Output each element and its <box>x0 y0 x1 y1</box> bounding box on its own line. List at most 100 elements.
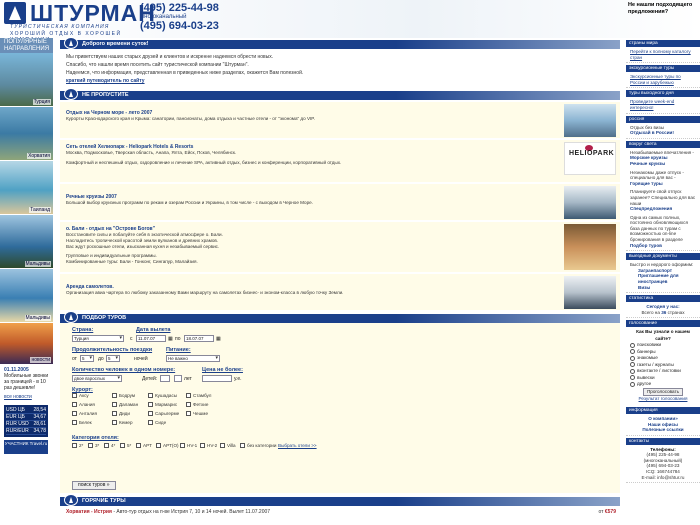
choose-hotels-link[interactable]: Выбрать отели >> <box>278 443 317 449</box>
resort-checkbox[interactable]: Кушадасы <box>148 393 177 399</box>
dest-thailand[interactable]: Таиланд <box>0 161 53 215</box>
category-checkbox[interactable]: 2* <box>72 443 83 449</box>
resort-checkbox[interactable]: Даламан <box>112 402 138 408</box>
search-row-1: Страна: Турция Дата вылета с 11.07.07 ▦ … <box>72 327 608 347</box>
guide-link[interactable]: краткий путеводитель по сайту <box>66 78 145 84</box>
tour-search-form: Страна: Турция Дата вылета с 11.07.07 ▦ … <box>60 323 620 493</box>
dest-croatia[interactable]: Хорватия <box>0 107 53 161</box>
offer-image[interactable] <box>564 186 616 219</box>
offer-item[interactable]: Речные круизы 2007 Большой выбор круизны… <box>60 184 620 222</box>
calendar-icon[interactable]: ▦ <box>216 336 221 342</box>
duration-to-select[interactable]: 5 <box>106 355 120 362</box>
people-select[interactable]: двое взрослых <box>72 375 122 382</box>
date-to-prefix: по <box>175 336 181 342</box>
invitation-link[interactable]: Приглашение для иностранцев <box>630 273 696 284</box>
dest-label: новости <box>30 357 51 363</box>
kids-age-input[interactable] <box>174 375 182 382</box>
dest-turkey[interactable]: Турция <box>0 53 53 107</box>
dest-maldives-2[interactable]: Мальдивы <box>0 269 53 323</box>
currency-row: RUR/EUR 34,78 <box>6 428 46 435</box>
kids-unit: лет <box>184 376 192 382</box>
russia-link[interactable]: Отдыхай в России! <box>630 130 674 135</box>
resort-checkbox[interactable]: Диди <box>112 411 130 417</box>
resort-checkbox[interactable]: Алания <box>72 402 95 408</box>
hot-tour-text: - Авто-тур отдых на п-ве Истрия 7, 10 и … <box>113 509 271 515</box>
category-checkbox[interactable]: APT <box>136 443 152 449</box>
offer-item[interactable]: Отдых на Черном море - лето 2007 Курорты… <box>60 102 620 140</box>
calendar-icon[interactable]: ▦ <box>168 336 173 342</box>
country-select[interactable]: Турция <box>72 335 124 342</box>
news-text[interactable]: Мобильные звонки за границей - в 10 раз … <box>4 373 49 391</box>
resort-checkbox[interactable]: Бодрум <box>112 393 135 399</box>
date-from-input[interactable]: 11.07.07 <box>136 335 166 342</box>
category-checkbox[interactable]: HV-2 <box>200 443 217 449</box>
duration-from-select[interactable]: 5 <box>80 355 94 362</box>
promo-not-found[interactable]: Не нашли подходящего предложения? <box>628 2 698 16</box>
duration-label: Продолжительность поездки <box>72 347 153 353</box>
resort-checkbox[interactable]: Сарыгерме <box>148 411 179 417</box>
hot-tour-price: €579 <box>604 509 616 515</box>
dest-news[interactable]: новости <box>0 323 53 365</box>
food-select[interactable]: Не важно <box>166 355 220 362</box>
poll-question: Как Вы узнали о нашем сайте? <box>636 329 690 341</box>
dest-label: Турция <box>32 99 51 105</box>
resort-checkbox[interactable]: Кемер <box>112 420 133 426</box>
heliopark-logo[interactable]: HELIOPARK <box>564 142 616 175</box>
river-cruise-link[interactable]: Речные круизы <box>630 161 696 167</box>
hot-tour-country[interactable]: Хорватия - Истрия <box>66 509 112 515</box>
compass-icon <box>64 37 78 49</box>
date-to-input[interactable]: 18.07.07 <box>184 335 214 342</box>
offer-item[interactable]: Сеть отелей Хелиопарк - Heliopark Hotels… <box>60 140 620 184</box>
countries-link[interactable]: Перейти к полному каталогу стран <box>630 49 691 60</box>
offer-image[interactable] <box>564 276 616 309</box>
dest-label: Таиланд <box>29 207 51 213</box>
resort-checkbox[interactable]: Чешме <box>186 411 208 417</box>
category-checkbox[interactable]: 5* <box>120 443 131 449</box>
travel-badge[interactable]: УЧАСТНИК Travel.ru <box>4 440 48 454</box>
category-checkbox[interactable]: Villa <box>220 443 236 449</box>
weekend-link[interactable]: Проведите week-end интересно! <box>630 99 674 110</box>
tour-search-link[interactable]: Подбор туров <box>630 243 696 249</box>
offer-image[interactable] <box>564 104 616 137</box>
offer-item[interactable]: о. Бали - отдых на "Острове Богов" Восст… <box>60 222 620 274</box>
resort-checkbox[interactable]: Сиде <box>148 420 166 426</box>
price-input[interactable] <box>202 375 232 382</box>
resort-checkbox[interactable]: Анталия <box>72 411 97 417</box>
category-checkbox[interactable]: 4* <box>104 443 115 449</box>
hot-tours-link[interactable]: Горящие туры <box>630 181 696 187</box>
poll-block: Как Вы узнали о нашем сайте? поисковики … <box>626 327 700 405</box>
resort-checkbox[interactable]: Мармарис <box>148 402 177 408</box>
rb-header: голосование <box>626 320 700 328</box>
search-tours-button[interactable]: поиск туров » <box>72 481 116 490</box>
contact-email[interactable]: E-mail: info@shtur.ru <box>630 475 696 481</box>
offer-item[interactable]: Аренда самолетов. Организация авиа чарте… <box>60 274 620 312</box>
hot-tour-row[interactable]: Хорватия - Истрия - Авто-тур отдых на п-… <box>60 506 620 518</box>
excursions-link[interactable]: Экскурсионные туры по России и зарубежью <box>630 74 681 85</box>
price-unit: у.е. <box>234 376 242 382</box>
resort-checkbox[interactable]: Белек <box>72 420 92 426</box>
category-checkbox[interactable]: HV-1 <box>180 443 197 449</box>
company-logo[interactable]: ШТУРМАН ТУРИСТИЧЕСКАЯ КОМПАНИЯ ХОРОШИЙ О… <box>4 0 155 43</box>
vote-button[interactable]: Проголосовать <box>643 387 683 397</box>
poll-results-link[interactable]: Результат голосования <box>630 396 696 403</box>
resort-checkbox[interactable]: Фетхие <box>186 402 208 408</box>
special-offers-link[interactable]: Спецпредложения <box>630 206 696 212</box>
visas-link[interactable]: Визы <box>630 285 696 291</box>
dur-from-prefix: от <box>72 356 77 362</box>
duration-unit: ночей <box>134 356 148 362</box>
food-label: Питание: <box>166 347 191 353</box>
offer-image[interactable] <box>564 224 616 270</box>
kids-input[interactable] <box>160 375 170 382</box>
currency-row: USD ЦБ 28,54 <box>6 407 46 414</box>
category-checkbox[interactable]: APT(O) <box>156 443 179 449</box>
rb-header: выездные документы <box>626 253 700 261</box>
offer-text: Курорты Краснодарского края и Крыма: сан… <box>66 116 316 121</box>
dest-maldives[interactable]: Мальдивы <box>0 215 53 269</box>
resort-checkbox[interactable]: Стамбул <box>186 393 211 399</box>
category-checkbox[interactable]: 3* <box>88 443 99 449</box>
phone-2: (495) 694-03-23 <box>140 20 219 32</box>
resort-checkbox[interactable]: Аксу <box>72 393 89 399</box>
category-checkbox[interactable]: без категории <box>240 443 276 449</box>
links-link[interactable]: Полезные ссылки <box>630 427 696 433</box>
all-news-link[interactable]: все новости <box>4 394 49 400</box>
